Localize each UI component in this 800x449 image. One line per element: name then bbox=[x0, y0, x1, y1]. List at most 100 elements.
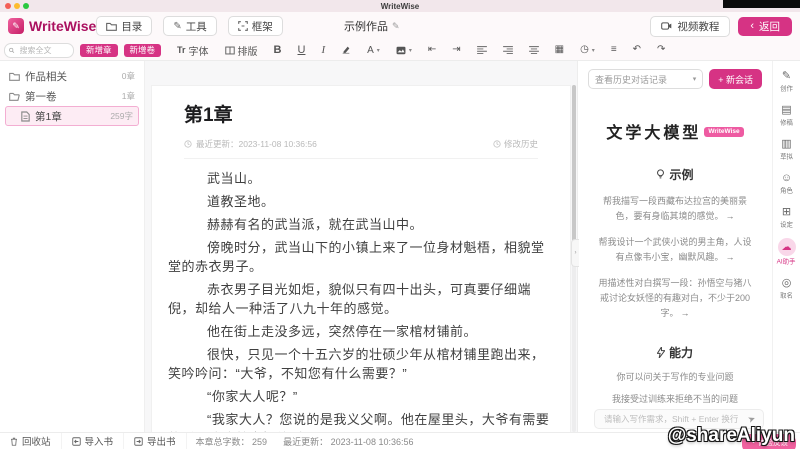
rail-item-draft[interactable]: ▥ 草拟 bbox=[779, 136, 794, 162]
layout-menu[interactable]: 排版 bbox=[217, 43, 266, 58]
example-prompt[interactable]: 帮我描写一段西藏布达拉宫的美丽景色，要有身临其境的感觉。 → bbox=[596, 194, 754, 224]
writewise-app: { "colors": { "accent": "#d63384", "bran… bbox=[0, 0, 800, 449]
redo-icon: ↷ bbox=[657, 44, 666, 55]
sidebar-item-chapter1[interactable]: 第1章 259字 bbox=[5, 106, 139, 126]
align-right-button[interactable] bbox=[495, 46, 521, 54]
fulltext-search[interactable] bbox=[4, 42, 74, 58]
indent-increase-button[interactable]: ⇥ bbox=[444, 45, 468, 55]
arrow-right-icon: → bbox=[725, 252, 735, 262]
draft-edit-icon: ▤ bbox=[781, 104, 792, 116]
caret-down-icon: ▾ bbox=[692, 76, 697, 83]
ability-item: 我接受过训练来拒绝不当的问题 bbox=[611, 394, 738, 404]
total-word-count: 本章总字数： 259 bbox=[195, 436, 268, 447]
document-title: 示例作品 ✎ bbox=[344, 20, 400, 34]
font-menu[interactable]: Tr 字体 bbox=[169, 43, 217, 58]
example-list: 帮我描写一段西藏布达拉宫的美丽景色，要有身临其境的感觉。 → 帮我设计一个武侠小说… bbox=[578, 194, 772, 321]
import-book-button[interactable]: 导入书 bbox=[62, 433, 125, 449]
editor-paragraph[interactable]: 赫赫有名的武当派，就在武当山中。 bbox=[168, 215, 554, 234]
editor-paragraph[interactable]: 道教圣地。 bbox=[168, 192, 554, 211]
rail-item-naming[interactable]: ◎ 取名 bbox=[779, 275, 794, 301]
font-color-button[interactable]: A ▾ bbox=[359, 45, 388, 56]
rail-item-revise[interactable]: ▤ 修稿 bbox=[779, 102, 794, 128]
chat-input[interactable] bbox=[602, 413, 745, 425]
indent-decrease-button[interactable]: ⇤ bbox=[420, 45, 444, 55]
back-button[interactable]: ‹ 返回 bbox=[738, 16, 792, 36]
example-prompt[interactable]: 帮我设计一个武侠小说的男主角，人设有点像韦小宝，幽默风趣。 → bbox=[596, 235, 754, 265]
chevron-left-icon: ‹ bbox=[750, 19, 754, 32]
folder-open-icon bbox=[9, 92, 20, 101]
format-controls: Tr 字体 排版 B U I A ▾ ▾ ⇤ ⇥ ▦ ◷ ▾ ≡ ↶ ↷ bbox=[169, 43, 673, 58]
collapse-panel-handle[interactable]: › bbox=[571, 239, 579, 267]
clock-icon bbox=[184, 140, 192, 148]
model-header: 文学大模型 WriteWise bbox=[578, 119, 772, 143]
abilities-header: 能力 bbox=[578, 344, 772, 361]
editor-page[interactable]: 第1章 最近更新：2023-11-08 10:36:56 修改历史 武当山。 道… bbox=[151, 85, 571, 432]
list-icon: ≡ bbox=[610, 44, 617, 55]
undo-icon: ↶ bbox=[632, 44, 642, 55]
last-updated: 最近更新：2023-11-08 10:36:56 bbox=[196, 139, 317, 149]
book-icon: ⊞ bbox=[781, 206, 792, 218]
search-input[interactable] bbox=[17, 44, 69, 56]
clock-icon: ◷ bbox=[580, 44, 589, 55]
editor-text-area[interactable]: 武当山。 道教圣地。 赫赫有名的武当派，就在武当山中。 傍晚时分，武当山下的小镇… bbox=[152, 159, 570, 432]
insert-image-button[interactable]: ▾ bbox=[388, 46, 420, 55]
chapter-count: 0章 bbox=[121, 71, 135, 81]
chapter-stats: 本章总字数： 259 最近更新： 2023-11-08 10:36:56 bbox=[196, 435, 414, 448]
menu-button-tools[interactable]: ✎ 工具 bbox=[163, 16, 217, 36]
new-chat-button[interactable]: + 新会话 bbox=[709, 69, 762, 89]
undo-button[interactable]: ↶ bbox=[625, 45, 649, 55]
redo-button[interactable]: ↷ bbox=[649, 45, 673, 55]
highlighter-icon bbox=[342, 46, 350, 54]
editor-paragraph[interactable]: 傍晚时分，武当山下的小镇上来了一位身材魁梧，相貌堂堂的赤衣男子。 bbox=[168, 238, 554, 276]
window-title: WriteWise bbox=[380, 2, 420, 11]
editor-paragraph[interactable]: “我家大人？您说的是我义父啊。他在屋里头，大爷有需要的话，我这就去把他叫来。” bbox=[168, 410, 554, 432]
editor-paragraph[interactable]: 赤衣男子目光如炬，貌似只有四十出头，可真要仔细端倪，却给人一种活了八九十年的感觉… bbox=[168, 280, 554, 318]
rail-item-ai-assistant[interactable]: ☁ AI助手 bbox=[775, 238, 797, 267]
align-right-icon bbox=[502, 46, 513, 54]
editor-paragraph[interactable]: 很快，只见一个十五六岁的壮硕少年从棺材铺里跑出来，笑吟吟问：“大爷，不知您有什么… bbox=[168, 345, 554, 383]
last-updated: 最近更新： 2023-11-08 10:36:56 bbox=[283, 436, 414, 447]
rail-item-setting[interactable]: ⊞ 设定 bbox=[779, 204, 794, 230]
send-icon[interactable]: ➤ bbox=[747, 413, 758, 426]
editor-paragraph[interactable]: 武当山。 bbox=[168, 169, 554, 188]
menu-button-framework[interactable]: 框架 bbox=[227, 16, 283, 36]
arrow-right-icon: → bbox=[725, 211, 735, 221]
align-center-button[interactable] bbox=[521, 46, 547, 54]
list-button[interactable]: ≡ bbox=[603, 45, 625, 55]
history-dropdown[interactable]: 查看历史对话记录 ▾ bbox=[588, 69, 704, 89]
add-volume-button[interactable]: 新增卷 bbox=[123, 43, 162, 57]
chapter-meta: 最近更新：2023-11-08 10:36:56 修改历史 bbox=[184, 138, 538, 159]
underline-button[interactable]: U bbox=[290, 44, 314, 56]
rail-item-character[interactable]: ☺ 角色 bbox=[779, 170, 794, 196]
ability-item: 你可以问关于写作的专业问题 bbox=[616, 372, 734, 382]
sidebar-item-related[interactable]: 作品相关 0章 bbox=[0, 66, 144, 86]
align-left-button[interactable] bbox=[469, 46, 495, 54]
model-badge: WriteWise bbox=[704, 126, 744, 137]
sidebar-item-volume1[interactable]: 第一卷 1章 bbox=[0, 86, 144, 106]
editor-paragraph[interactable]: 他在街上走没多远，突然停在一家棺材铺前。 bbox=[168, 322, 554, 341]
document-icon bbox=[21, 110, 30, 122]
menu-button-catalog[interactable]: 目录 bbox=[96, 16, 153, 36]
draft-doc-icon: ▥ bbox=[781, 138, 792, 150]
edit-title-icon[interactable]: ✎ bbox=[392, 21, 400, 32]
video-tutorial-button[interactable]: 视频教程 bbox=[650, 15, 731, 37]
scrollbar-thumb[interactable] bbox=[572, 85, 576, 265]
rail-item-create[interactable]: ✎ 创作 bbox=[779, 68, 794, 94]
editor-paragraph[interactable]: “你家大人呢？” bbox=[168, 387, 554, 406]
recycle-bin-button[interactable]: 回收站 bbox=[0, 433, 62, 449]
align-center-icon bbox=[528, 46, 539, 54]
frame-icon bbox=[237, 21, 248, 31]
chapter-count: 1章 bbox=[121, 91, 135, 101]
highlighter-button[interactable] bbox=[333, 45, 359, 55]
export-book-button[interactable]: 导出书 bbox=[124, 433, 187, 449]
pen-icon: ✎ bbox=[173, 20, 182, 32]
word-count: 259字 bbox=[110, 111, 133, 121]
revision-history-button[interactable]: 修改历史 bbox=[493, 138, 538, 150]
add-chapter-button[interactable]: 新增章 bbox=[80, 43, 118, 57]
italic-button[interactable]: I bbox=[313, 44, 333, 56]
magnifier-icon: ◎ bbox=[781, 277, 792, 289]
example-prompt[interactable]: 用描述性对白撰写一段：孙悟空与猪八戒讨论女妖怪的有趣对白，不少于200字。 → bbox=[596, 276, 754, 321]
table-button[interactable]: ▦ bbox=[547, 45, 572, 55]
bold-button[interactable]: B bbox=[266, 44, 290, 56]
timer-menu[interactable]: ◷ ▾ bbox=[572, 45, 603, 55]
